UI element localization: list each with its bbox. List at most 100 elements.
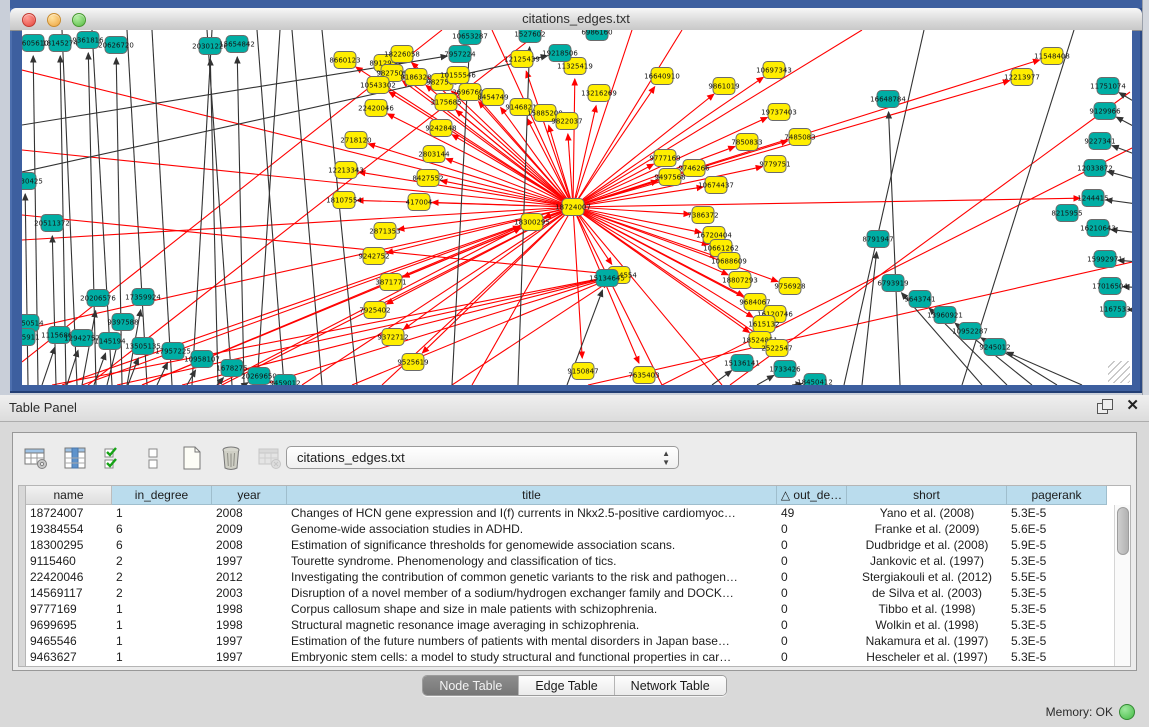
column-header-year[interactable]: year — [212, 486, 287, 505]
table-cell[interactable]: Hescheler et al. (1997) — [847, 649, 1007, 665]
table-cell[interactable]: 0 — [777, 601, 847, 617]
column-header-title[interactable]: title — [287, 486, 777, 505]
graph-edge[interactable] — [368, 144, 573, 207]
graph-edge[interactable] — [573, 87, 655, 207]
table-cell[interactable]: 1 — [112, 505, 212, 521]
table-cell[interactable]: 5.9E-5 — [1007, 537, 1107, 553]
graph-edge[interactable] — [757, 375, 774, 385]
table-cell[interactable]: 1997 — [212, 553, 287, 569]
table-options-icon[interactable] — [23, 445, 49, 471]
table-cell[interactable]: Yano et al. (2008) — [847, 505, 1007, 521]
table-cell[interactable]: 1997 — [212, 633, 287, 649]
table-cell[interactable]: Tourette syndrome. Phenomenology and cla… — [287, 553, 777, 569]
vertical-scrollbar[interactable] — [1114, 505, 1130, 666]
table-cell[interactable]: 14569117 — [26, 585, 112, 601]
table-cell[interactable]: 2012 — [212, 569, 287, 585]
table-cell[interactable]: 2009 — [212, 521, 287, 537]
graph-edge[interactable] — [22, 207, 573, 330]
graph-edge[interactable] — [152, 30, 172, 385]
column-header-short[interactable]: short — [847, 486, 1007, 505]
table-cell[interactable]: 5.5E-5 — [1007, 569, 1107, 585]
graph-edge[interactable] — [192, 30, 212, 385]
table-row[interactable]: 977716911998Corpus callosum shape and si… — [26, 601, 1114, 617]
table-row[interactable]: 946554611997Estimation of the future num… — [26, 633, 1114, 649]
column-header-pagerank[interactable]: pagerank — [1007, 486, 1107, 505]
graph-edge[interactable] — [52, 236, 56, 385]
table-cell[interactable]: Changes of HCN gene expression and I(f) … — [287, 505, 777, 521]
graph-edge[interactable] — [244, 383, 248, 385]
table-cell[interactable]: 1998 — [212, 601, 287, 617]
table-cell[interactable]: 0 — [777, 649, 847, 665]
table-row[interactable]: 1456911722003Disruption of a novel membe… — [26, 585, 1114, 601]
network-canvas[interactable]: 1872400786601238912954182260589827509105… — [22, 30, 1132, 385]
table-row[interactable]: 911546021997Tourette syndrome. Phenomeno… — [26, 553, 1114, 569]
graph-edge[interactable] — [262, 279, 607, 385]
table-cell[interactable]: Embryonic stem cells: a model to study s… — [287, 649, 777, 665]
new-table-icon[interactable] — [179, 445, 205, 471]
table-cell[interactable]: 22420046 — [26, 569, 112, 585]
graph-edge[interactable] — [22, 150, 573, 207]
graph-edge[interactable] — [237, 57, 244, 385]
table-cell[interactable]: 0 — [777, 585, 847, 601]
table-cell[interactable]: Structural magnetic resonance image aver… — [287, 617, 777, 633]
table-cell[interactable]: 2008 — [212, 537, 287, 553]
graph-edge[interactable] — [1108, 171, 1132, 192]
graph-edge[interactable] — [573, 198, 1080, 207]
network-graph[interactable]: 1872400786601238912954182260589827509105… — [22, 30, 1132, 385]
table-cell[interactable]: Estimation of significance thresholds fo… — [287, 537, 777, 553]
table-cell[interactable]: 9699695 — [26, 617, 112, 633]
table-cell[interactable]: 0 — [777, 553, 847, 569]
table-cell[interactable]: 1 — [112, 617, 212, 633]
graph-edge[interactable] — [302, 207, 573, 385]
tab-node-table[interactable]: Node Table — [423, 676, 519, 695]
table-cell[interactable]: Wolkin et al. (1998) — [847, 617, 1007, 633]
select-all-icon[interactable] — [101, 445, 127, 471]
table-cell[interactable]: 1997 — [212, 649, 287, 665]
graph-edge[interactable] — [588, 262, 1132, 385]
graph-edge[interactable] — [844, 30, 924, 385]
table-cell[interactable]: 6 — [112, 537, 212, 553]
table-cell[interactable]: 9777169 — [26, 601, 112, 617]
table-cell[interactable]: 9115460 — [26, 553, 112, 569]
scrollbar-thumb[interactable] — [1117, 507, 1129, 555]
graph-edge[interactable] — [889, 112, 900, 385]
table-cell[interactable]: Disruption of a novel member of a sodium… — [287, 585, 777, 601]
tab-edge-table[interactable]: Edge Table — [519, 676, 614, 695]
table-cell[interactable]: 1 — [112, 649, 212, 665]
table-cell[interactable]: de Silva et al. (2003) — [847, 585, 1007, 601]
table-cell[interactable]: 19384554 — [26, 521, 112, 537]
table-select-dropdown[interactable]: citations_edges.txt ▲▼ — [286, 446, 679, 469]
column-header-out_de[interactable]: △ out_de… — [777, 486, 847, 505]
table-cell[interactable]: 5.3E-5 — [1007, 585, 1107, 601]
table-cell[interactable]: 1 — [112, 633, 212, 649]
graph-edge[interactable] — [292, 30, 322, 385]
table-cell[interactable]: Corpus callosum shape and size in male p… — [287, 601, 777, 617]
table-cell[interactable]: 9465546 — [26, 633, 112, 649]
column-header-in_degree[interactable]: in_degree — [112, 486, 212, 505]
table-cell[interactable]: Investigating the contribution of common… — [287, 569, 777, 585]
table-cell[interactable]: 0 — [777, 521, 847, 537]
close-panel-icon[interactable]: ✕ — [1126, 399, 1139, 413]
table-cell[interactable]: 5.3E-5 — [1007, 649, 1107, 665]
table-cell[interactable]: 0 — [777, 537, 847, 553]
table-cell[interactable]: 0 — [777, 633, 847, 649]
table-cell[interactable]: 2 — [112, 553, 212, 569]
table-cell[interactable]: 18724007 — [26, 505, 112, 521]
table-cell[interactable]: 0 — [777, 617, 847, 633]
graph-edge[interactable] — [573, 79, 575, 207]
table-cell[interactable]: 5.6E-5 — [1007, 521, 1107, 537]
table-cell[interactable]: 6 — [112, 521, 212, 537]
network-window-titlebar[interactable]: citations_edges.txt — [10, 8, 1142, 31]
table-cell[interactable]: Estimation of the future numbers of pati… — [287, 633, 777, 649]
table-cell[interactable]: 2 — [112, 585, 212, 601]
graph-edge[interactable] — [422, 207, 573, 353]
table-cell[interactable]: Nakamura et al. (1997) — [847, 633, 1007, 649]
tab-network-table[interactable]: Network Table — [615, 676, 726, 695]
table-cell[interactable]: 5.3E-5 — [1007, 601, 1107, 617]
graph-edge[interactable] — [1007, 352, 1082, 385]
graph-edge[interactable] — [1106, 200, 1132, 210]
table-cell[interactable]: 0 — [777, 569, 847, 585]
delete-table-icon[interactable] — [218, 445, 244, 471]
graph-edge[interactable] — [573, 94, 714, 207]
table-cell[interactable]: Franke et al. (2009) — [847, 521, 1007, 537]
